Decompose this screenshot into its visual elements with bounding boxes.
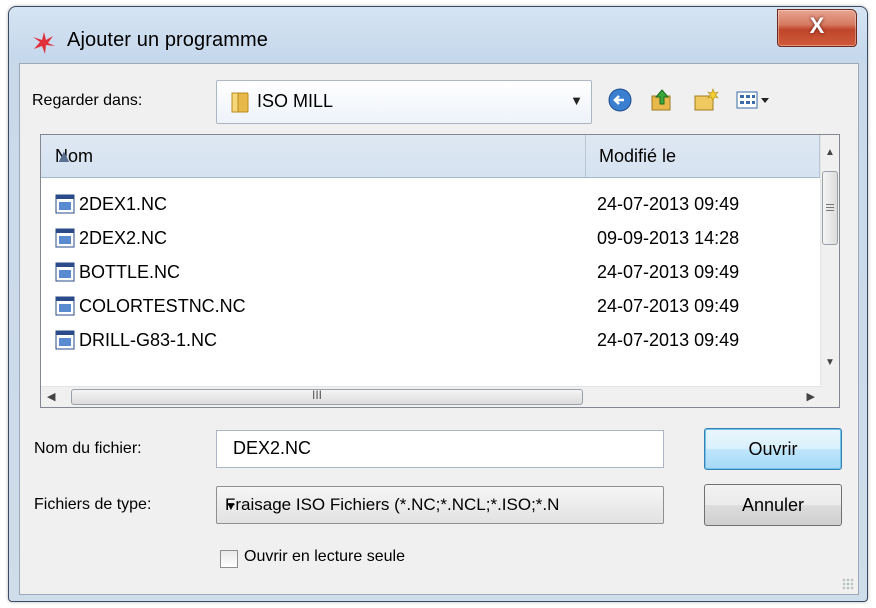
scroll-right-icon[interactable]: ▶ xyxy=(807,390,815,403)
file-list[interactable]: Nom ▲ Modifié le 2DEX1.NC 24-07-2013 09:… xyxy=(40,134,840,408)
nc-file-icon xyxy=(55,330,75,350)
chevron-down-icon: ▼ xyxy=(225,499,237,513)
file-name: 2DEX2.NC xyxy=(79,228,168,248)
column-modified-label: Modifié le xyxy=(599,146,677,166)
scroll-down-icon[interactable]: ▼ xyxy=(825,357,835,368)
lookin-dropdown[interactable]: ISO MILL ▼ xyxy=(216,80,592,124)
file-date: 24-07-2013 09:49 xyxy=(597,330,740,350)
file-date: 24-07-2013 09:49 xyxy=(597,194,740,214)
filename-label: Nom du fichier: xyxy=(34,440,142,457)
nc-file-icon xyxy=(55,262,75,282)
filetype-dropdown[interactable]: Fraisage ISO Fichiers (*.NC;*.NCL;*.ISO;… xyxy=(216,486,664,524)
app-icon xyxy=(33,32,55,54)
dialog-body: Regarder dans: ISO MILL ▼ Nom ▲ Modifié … xyxy=(19,63,859,595)
folder-icon xyxy=(231,92,249,113)
list-item[interactable]: 2DEX1.NC 24-07-2013 09:49 xyxy=(41,189,825,219)
filename-value: DEX2.NC xyxy=(233,438,312,458)
nc-file-icon xyxy=(55,228,75,248)
file-name: BOTTLE.NC xyxy=(79,262,181,282)
list-item[interactable]: BOTTLE.NC 24-07-2013 09:49 xyxy=(41,257,821,287)
file-name: COLORTESTNC.NC xyxy=(79,296,246,316)
scroll-left-icon[interactable]: ◀ xyxy=(47,390,55,403)
close-icon: X xyxy=(809,13,825,38)
readonly-checkbox[interactable] xyxy=(220,550,238,568)
chevron-down-icon: ▼ xyxy=(570,93,583,108)
filename-input[interactable]: DEX2.NC xyxy=(216,430,664,468)
list-item[interactable]: DRILL-G83-1.NC 24-07-2013 09:49 xyxy=(41,325,821,355)
vertical-scrollbar[interactable]: ▲ ▼ xyxy=(820,135,839,407)
file-name: 2DEX1.NC xyxy=(79,194,168,214)
file-date: 24-07-2013 09:49 xyxy=(597,296,740,316)
file-date: 09-09-2013 14:28 xyxy=(597,228,740,248)
close-button[interactable]: X xyxy=(777,9,857,47)
lookin-label: Regarder dans: xyxy=(32,92,143,109)
title-bar[interactable]: Ajouter un programme X xyxy=(9,7,867,67)
list-header: Nom ▲ Modifié le xyxy=(41,135,821,178)
column-name-header[interactable]: Nom ▲ xyxy=(41,135,586,177)
view-menu-icon[interactable] xyxy=(734,86,778,114)
lookin-value: ISO MILL xyxy=(257,91,334,111)
resize-grip-icon[interactable] xyxy=(842,578,854,590)
nc-file-icon xyxy=(55,194,75,214)
nc-file-icon xyxy=(55,296,75,316)
dialog-window: Ajouter un programme X Regarder dans: IS… xyxy=(8,6,868,602)
readonly-label[interactable]: Ouvrir en lecture seule xyxy=(244,548,405,566)
horizontal-scrollbar[interactable]: ◀ III ▶ xyxy=(41,386,821,407)
sort-ascending-icon: ▲ xyxy=(55,146,73,166)
list-item[interactable]: 2DEX2.NC 09-09-2013 14:28 xyxy=(41,223,825,253)
scroll-corner xyxy=(821,387,839,407)
file-date: 24-07-2013 09:49 xyxy=(597,262,740,282)
window-title: Ajouter un programme xyxy=(67,29,268,51)
up-folder-icon[interactable] xyxy=(648,86,676,114)
file-name: DRILL-G83-1.NC xyxy=(79,330,218,350)
grip-icon: III xyxy=(312,388,323,402)
filetype-label: Fichiers de type: xyxy=(34,496,152,513)
new-folder-icon[interactable] xyxy=(692,86,720,114)
open-button[interactable]: Ouvrir xyxy=(704,428,842,470)
back-icon[interactable] xyxy=(606,86,634,114)
list-item[interactable]: COLORTESTNC.NC 24-07-2013 09:49 xyxy=(41,291,821,321)
cancel-button[interactable]: Annuler xyxy=(704,484,842,526)
horizontal-scroll-thumb[interactable]: III xyxy=(71,388,583,405)
vertical-scroll-thumb[interactable] xyxy=(822,171,838,245)
scroll-up-icon[interactable]: ▲ xyxy=(825,147,835,158)
